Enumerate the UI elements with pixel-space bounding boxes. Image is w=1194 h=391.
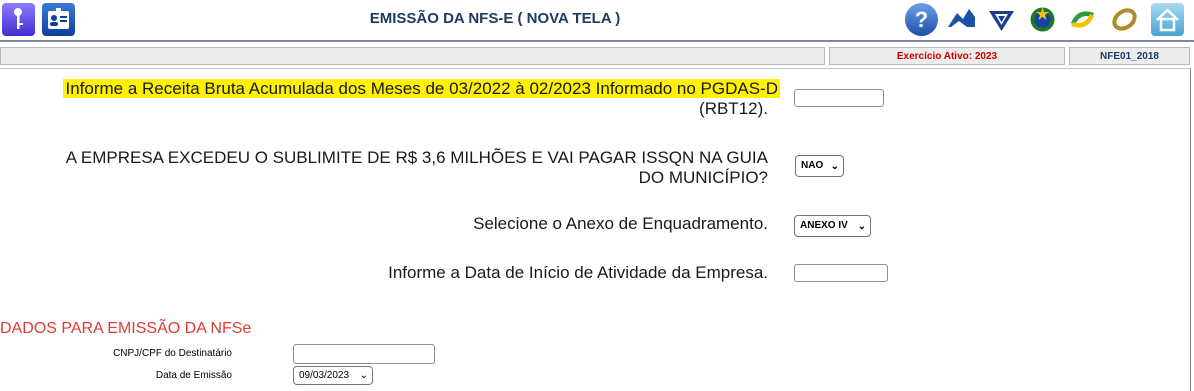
svg-text:?: ? [915, 7, 928, 32]
help-icon[interactable]: ? [905, 3, 938, 36]
form-area: Informe a Receita Bruta Acumulada dos Me… [0, 68, 1191, 391]
rbt12-input[interactable] [794, 89, 884, 107]
section-title: DADOS PARA EMISSÃO DA NFSe [0, 320, 252, 337]
page-title: EMISSÃO DA NFS-E ( NOVA TELA ) [369, 10, 621, 27]
anexo-select[interactable]: ANEXO IV ⌄ [794, 215, 871, 237]
chevron-down-icon: ⌄ [857, 221, 866, 232]
sublimite-selected-value: NAO [801, 160, 824, 171]
status-blank-cell [0, 47, 825, 65]
simples-nacional-icon[interactable] [1066, 3, 1099, 36]
ring-logo-icon[interactable] [1108, 3, 1141, 36]
sublimite-label: A EMPRESA EXCEDEU O SUBLIMITE DE R$ 3,6 … [0, 148, 768, 188]
inicio-atividade-label: Informe a Data de Início de Atividade da… [388, 263, 768, 282]
anexo-selected-value: ANEXO IV [800, 220, 848, 231]
chevron-down-icon: ⌄ [830, 161, 839, 172]
data-emissao-selected-value: 09/03/2023 [299, 370, 350, 381]
inicio-atividade-input[interactable] [794, 264, 888, 282]
home-icon[interactable] [1151, 3, 1184, 36]
sublimite-label-line2: DO MUNICÍPIO? [638, 168, 768, 187]
rbt12-label-suffix: (RBT12). [699, 99, 768, 118]
exercicio-ativo-label: Exercício Ativo: 2023 [829, 47, 1065, 65]
rbt12-label-highlight: Informe a Receita Bruta Acumulada dos Me… [63, 79, 780, 98]
agency-logo-icon[interactable] [945, 3, 978, 36]
chevron-down-icon: ⌄ [359, 370, 368, 381]
data-emissao-label: Data de Emissão [155, 370, 232, 381]
data-emissao-select[interactable]: 09/03/2023 ⌄ [293, 366, 373, 385]
header-divider [0, 40, 1194, 42]
anexo-label: Selecione o Anexo de Enquadramento. [473, 214, 768, 233]
rbt12-label: Informe a Receita Bruta Acumulada dos Me… [0, 79, 780, 119]
sublimite-label-line1: A EMPRESA EXCEDEU O SUBLIMITE DE R$ 3,6 … [65, 148, 768, 167]
cnpj-label: CNPJ/CPF do Destinatário [113, 348, 232, 359]
sublimite-select[interactable]: NAO ⌄ [795, 155, 844, 177]
coat-of-arms-icon[interactable] [1026, 3, 1059, 36]
screen-code-label: NFE01_2018 [1069, 47, 1190, 65]
status-bar: Exercício Ativo: 2023 NFE01_2018 [0, 47, 1194, 67]
federal-revenue-icon[interactable] [985, 3, 1018, 36]
cnpj-input[interactable] [293, 344, 435, 364]
header-bar: EMISSÃO DA NFS-E ( NOVA TELA ) ? [0, 0, 1194, 40]
